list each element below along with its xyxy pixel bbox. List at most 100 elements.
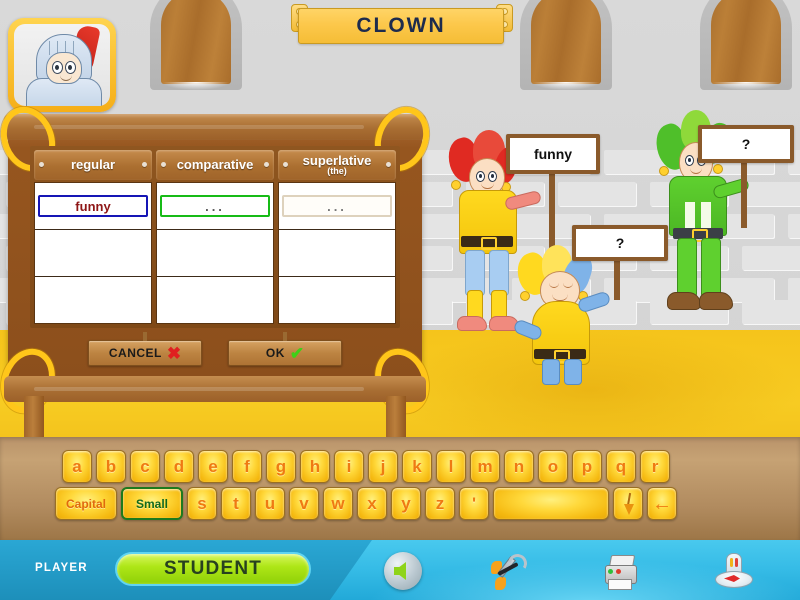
backspace-key[interactable]: ←: [647, 487, 677, 520]
table-row[interactable]: [279, 277, 395, 323]
space-key[interactable]: [493, 487, 609, 520]
settings-button[interactable]: [490, 550, 532, 592]
key-r[interactable]: r: [640, 450, 670, 483]
table-row[interactable]: [35, 230, 151, 277]
key-label: c: [140, 457, 150, 476]
key-w[interactable]: w: [323, 487, 353, 520]
key-g[interactable]: g: [266, 450, 296, 483]
key-n[interactable]: n: [504, 450, 534, 483]
key-label: Small: [135, 496, 168, 511]
table-cell-empty[interactable]: [38, 242, 148, 264]
status-bar: PLAYER STUDENT: [0, 540, 800, 600]
back-button[interactable]: [382, 550, 424, 592]
key-k[interactable]: k: [402, 450, 432, 483]
key-a[interactable]: a: [62, 450, 92, 483]
key-i[interactable]: i: [334, 450, 364, 483]
cell-regular-input[interactable]: funny: [38, 195, 148, 217]
key-b[interactable]: b: [96, 450, 126, 483]
key-label: a: [72, 457, 82, 476]
avatar-image: [14, 24, 110, 106]
exercise-board: regular funny comparative... superlative (th…: [0, 98, 439, 442]
key-e[interactable]: e: [198, 450, 228, 483]
board-top-rail: [4, 114, 426, 140]
table-cell-empty[interactable]: [38, 289, 148, 311]
table-row[interactable]: ...: [279, 183, 395, 230]
key-c[interactable]: c: [130, 450, 160, 483]
sign-text: ?: [741, 136, 751, 152]
ok-button[interactable]: OK ✔: [228, 332, 342, 366]
clear-key[interactable]: [613, 487, 643, 520]
table-column-body: ...: [156, 182, 274, 324]
board-leg: [386, 396, 406, 442]
key-f[interactable]: f: [232, 450, 262, 483]
map-button[interactable]: [712, 550, 754, 592]
table-row[interactable]: [279, 230, 395, 277]
key-l[interactable]: l: [436, 450, 466, 483]
key-u[interactable]: u: [255, 487, 285, 520]
castle-arch: [150, 0, 242, 90]
key-h[interactable]: h: [300, 450, 330, 483]
key-v[interactable]: v: [289, 487, 319, 520]
table-cell-empty[interactable]: [282, 289, 392, 311]
key-label: m: [477, 457, 493, 476]
degrees-table: regular funny comparative... superlative (th…: [34, 150, 396, 324]
board-bottom-rail: [4, 376, 426, 402]
key-y[interactable]: y: [391, 487, 421, 520]
key-p[interactable]: p: [572, 450, 602, 483]
print-button[interactable]: [600, 550, 642, 592]
table-cell-empty[interactable]: [282, 242, 392, 264]
key-m[interactable]: m: [470, 450, 500, 483]
small-key[interactable]: Small: [121, 487, 183, 520]
table-row[interactable]: [35, 277, 151, 323]
avatar[interactable]: [8, 18, 116, 112]
key-label: g: [275, 457, 287, 476]
compass-icon: [713, 553, 753, 589]
key-x[interactable]: x: [357, 487, 387, 520]
key-q[interactable]: q: [606, 450, 636, 483]
column-header-sub: (the): [327, 166, 347, 177]
key-label: e: [208, 457, 218, 476]
table-row[interactable]: ...: [157, 183, 273, 230]
key-o[interactable]: o: [538, 450, 568, 483]
key-label: i: [346, 457, 352, 476]
column-header-label: regular: [70, 157, 116, 173]
table-row[interactable]: funny: [35, 183, 151, 230]
table-row[interactable]: [157, 230, 273, 277]
virtual-keyboard: a b c d e f g h i j k l m n o p q r Capital Small s t u v w x y z '…: [0, 437, 800, 540]
key-s[interactable]: s: [187, 487, 217, 520]
player-label: PLAYER: [35, 562, 88, 574]
key-label: q: [615, 457, 627, 476]
key-d[interactable]: d: [164, 450, 194, 483]
back-arrow-icon: [384, 552, 422, 590]
table-row[interactable]: [157, 277, 273, 323]
key-label: k: [412, 457, 422, 476]
sign-jester-red[interactable]: funny: [506, 134, 600, 174]
key-j[interactable]: j: [368, 450, 398, 483]
player-name-button[interactable]: STUDENT: [115, 552, 311, 586]
cell-superlative-input[interactable]: ...: [282, 195, 392, 217]
table-cell-empty[interactable]: [160, 289, 270, 311]
key-label: n: [513, 457, 525, 476]
cell-comparative-input[interactable]: ...: [160, 195, 270, 217]
cross-icon: ✖: [166, 343, 182, 363]
sign-text: funny: [533, 146, 573, 162]
key-t[interactable]: t: [221, 487, 251, 520]
arrow-left-icon: ←: [652, 492, 672, 515]
table-cell-empty[interactable]: [160, 242, 270, 264]
key-label: w: [331, 494, 345, 513]
title-banner: CLOWN: [298, 8, 504, 44]
sign-jester-green[interactable]: ?: [698, 125, 794, 163]
printer-icon: [601, 553, 641, 590]
cancel-button[interactable]: CANCEL ✖: [88, 332, 202, 366]
key-z[interactable]: z: [425, 487, 455, 520]
key-label: o: [547, 457, 559, 476]
column-header-label: comparative: [176, 157, 254, 173]
key-label: t: [233, 494, 239, 513]
key-label: p: [581, 457, 593, 476]
key-apostrophe[interactable]: ': [459, 487, 489, 520]
table-column-superlative: superlative (the)...: [278, 150, 396, 324]
capital-key[interactable]: Capital: [55, 487, 117, 520]
knight-face-icon: [46, 52, 82, 84]
castle-arch: [520, 0, 612, 90]
sign-jester-blue[interactable]: ?: [572, 225, 668, 261]
